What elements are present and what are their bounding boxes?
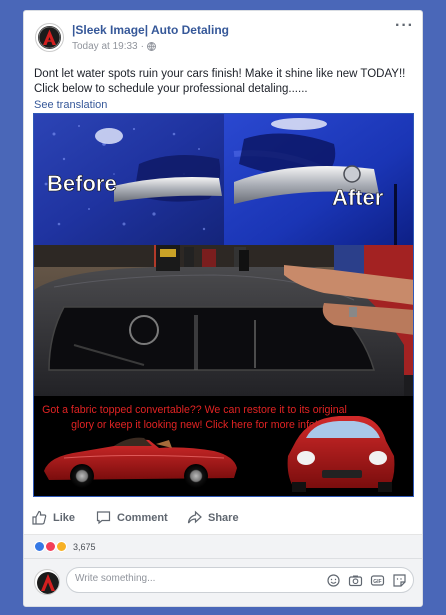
share-button[interactable]: Share (187, 510, 239, 525)
like-reaction-icon (34, 541, 45, 552)
like-icon (32, 510, 47, 525)
comment-button[interactable]: Comment (96, 510, 168, 525)
comment-tools: GIF (326, 573, 407, 588)
like-label: Like (53, 511, 76, 524)
comment-input[interactable] (75, 573, 275, 584)
before-label: Before (47, 171, 117, 196)
wow-reaction-icon (56, 541, 67, 552)
reactions-summary[interactable]: 3,675 (24, 534, 422, 558)
post-timestamp[interactable]: Today at 19:33 (72, 41, 138, 52)
promo-banner[interactable]: Got a fabric topped convertable?? We can… (34, 396, 413, 496)
convertible-top-image (34, 245, 413, 396)
post-header: |Sleek Image| Auto Detaling Today at 19:… (24, 11, 422, 67)
meta-separator: · (140, 41, 144, 52)
ellipsis-icon[interactable]: ··· (395, 17, 414, 35)
page-avatar[interactable] (35, 23, 64, 52)
share-label: Share (208, 511, 239, 524)
comment-label: Comment (117, 511, 168, 524)
user-avatar (34, 569, 60, 595)
gif-icon[interactable]: GIF (370, 573, 385, 588)
comment-composer: GIF (24, 558, 422, 606)
after-label: After (332, 185, 384, 210)
post-actions: Like Comment Share (24, 503, 422, 533)
like-button[interactable]: Like (32, 510, 75, 525)
see-translation-link[interactable]: See translation (34, 99, 107, 111)
post-card: |Sleek Image| Auto Detaling Today at 19:… (23, 10, 423, 607)
post-meta: Today at 19:33 · (72, 41, 156, 52)
post-text: Dont let water spots ruin your cars fini… (34, 68, 406, 95)
emoji-icon[interactable] (326, 573, 341, 588)
sticker-icon[interactable] (392, 573, 407, 588)
before-after-image: Before After (34, 114, 413, 245)
svg-text:GIF: GIF (373, 579, 381, 585)
comment-input-wrapper: GIF (66, 567, 414, 593)
globe-icon[interactable] (146, 41, 156, 51)
camera-icon[interactable] (348, 573, 363, 588)
share-icon (187, 510, 202, 524)
comment-icon (96, 511, 111, 525)
page-name[interactable]: |Sleek Image| Auto Detaling (72, 23, 229, 37)
post-image[interactable]: Before After Got a fabric topped convert… (33, 113, 414, 497)
reaction-count[interactable]: 3,675 (73, 542, 96, 552)
love-reaction-icon (45, 541, 56, 552)
